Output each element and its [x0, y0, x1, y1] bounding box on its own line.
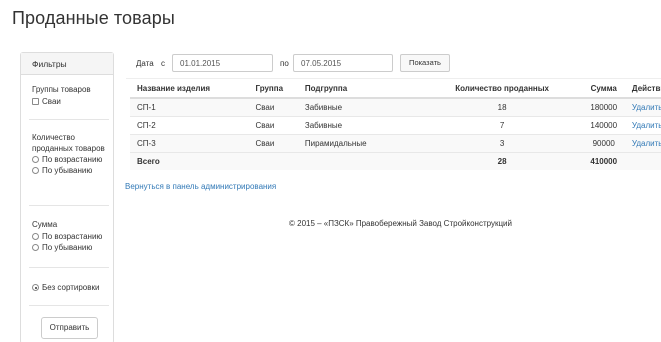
cell-name: СП-2 — [130, 115, 249, 134]
date-from-input[interactable] — [172, 54, 273, 72]
filters-header: Фильтры — [21, 53, 113, 75]
delete-link[interactable]: Удалить — [624, 97, 661, 116]
cell-group: Сваи — [248, 133, 298, 152]
table-row: СП-2 Сваи Забивные 7 140000 Удалить — [130, 115, 661, 134]
cell-sum: 90000 — [575, 133, 625, 152]
quantity-asc-option[interactable]: По возрастанию — [32, 154, 106, 165]
quantity-desc-radio[interactable] — [32, 167, 39, 174]
cell-name: СП-3 — [130, 133, 249, 152]
sum-section: Сумма По возрастанию По убыванию — [32, 220, 106, 253]
table-row: СП-1 Сваи Забивные 18 180000 Удалить — [130, 97, 661, 116]
footer: © 2015 – «ПЗСК» Правобережный Завод Стро… — [289, 219, 512, 228]
cell-sum: 140000 — [575, 115, 625, 134]
header-sum[interactable]: Сумма — [575, 80, 625, 99]
header-actions: Действия — [624, 80, 661, 99]
page-title: Проданные товары — [12, 8, 175, 28]
group-option-label: Сваи — [42, 96, 61, 106]
back-to-admin-link[interactable]: Вернуться в панель администрирования — [125, 182, 276, 191]
no-sort-label: Без сортировки — [42, 283, 100, 292]
quantity-desc-label: По убыванию — [42, 166, 93, 175]
cell-group: Сваи — [248, 115, 298, 134]
no-sort-option[interactable]: Без сортировки — [32, 282, 106, 293]
date-from-label: с — [161, 59, 165, 68]
quantity-desc-option[interactable]: По убыванию — [32, 165, 106, 176]
total-sum: 410000 — [575, 151, 625, 170]
total-row: Всего 28 410000 — [130, 151, 661, 170]
cell-sum: 180000 — [575, 97, 625, 116]
header-subgroup[interactable]: Подгруппа — [297, 80, 422, 99]
divider — [29, 205, 109, 206]
delete-link[interactable]: Удалить — [624, 115, 661, 134]
group-option-svai[interactable]: Сваи — [32, 96, 106, 107]
divider — [126, 78, 661, 79]
quantity-asc-radio[interactable] — [32, 156, 39, 163]
total-label: Всего — [130, 151, 249, 170]
date-label: Дата — [136, 59, 154, 68]
sum-desc-radio[interactable] — [32, 243, 39, 251]
submit-button[interactable]: Отправить — [41, 317, 98, 339]
no-sort-radio[interactable] — [32, 284, 39, 291]
sum-asc-label: По возрастанию — [42, 231, 103, 241]
filters-panel: Фильтры Группы товаров Сваи Количество п… — [20, 52, 114, 342]
cell-quantity: 18 — [421, 97, 576, 116]
quantity-label: Количество проданных товаров — [32, 133, 105, 153]
cell-subgroup: Забивные — [297, 115, 422, 134]
date-to-input[interactable] — [293, 54, 393, 72]
show-button[interactable]: Показать — [400, 54, 450, 72]
groups-section: Группы товаров Сваи — [32, 85, 106, 107]
table-header-row: Название изделия Группа Подгруппа Количе… — [130, 80, 661, 99]
divider — [29, 305, 109, 306]
cell-group: Сваи — [248, 97, 298, 116]
sum-asc-radio[interactable] — [32, 232, 39, 240]
divider — [29, 119, 109, 120]
cell-quantity: 7 — [421, 115, 576, 134]
sales-table: Название изделия Группа Подгруппа Количе… — [130, 80, 661, 170]
header-name[interactable]: Название изделия — [130, 80, 249, 99]
sum-asc-option[interactable]: По возрастанию — [32, 231, 106, 242]
cell-subgroup: Забивные — [297, 97, 422, 116]
sum-desc-label: По убыванию — [42, 242, 93, 252]
date-filter: Дата с по Показать — [136, 54, 656, 72]
quantity-section: Количество проданных товаров По возраста… — [32, 133, 106, 176]
sum-label: Сумма — [32, 220, 58, 229]
cell-subgroup: Пирамидальные — [297, 133, 422, 152]
no-sort-section: Без сортировки — [32, 282, 106, 293]
sum-desc-option[interactable]: По убыванию — [32, 242, 106, 253]
quantity-asc-label: По возрастанию — [42, 155, 103, 164]
delete-link[interactable]: Удалить — [624, 133, 661, 152]
divider — [29, 267, 109, 268]
date-to-label: по — [280, 59, 289, 68]
header-group[interactable]: Группа — [248, 80, 298, 99]
group-checkbox[interactable] — [32, 97, 39, 105]
cell-name: СП-1 — [130, 97, 249, 116]
total-quantity: 28 — [421, 151, 576, 170]
groups-label: Группы товаров — [32, 85, 91, 94]
cell-quantity: 3 — [421, 133, 576, 152]
table-row: СП-3 Сваи Пирамидальные 3 90000 Удалить — [130, 133, 661, 152]
header-quantity[interactable]: Количество проданных — [421, 80, 576, 99]
